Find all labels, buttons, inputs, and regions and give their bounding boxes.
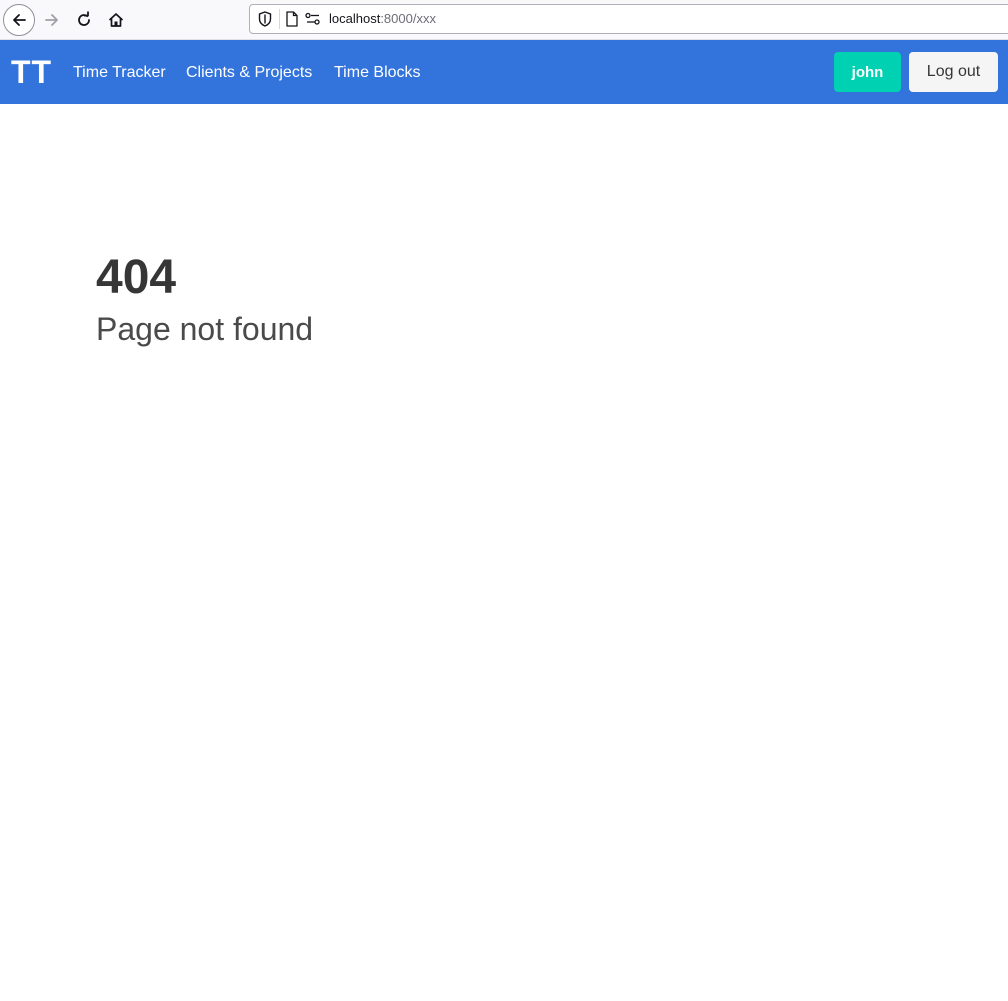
error-message: Page not found [96,311,314,347]
back-arrow-icon [10,11,28,29]
url-text[interactable]: localhost:8000/xxx [329,11,436,27]
permissions-icon[interactable] [305,12,321,31]
forward-button[interactable] [36,4,68,36]
user-button[interactable]: john [834,52,901,92]
shield-icon[interactable] [258,11,272,32]
address-bar[interactable]: localhost:8000/xxx [249,4,1008,34]
back-button[interactable] [3,4,35,36]
reload-button[interactable] [68,4,100,36]
url-host: localhost [329,11,381,26]
brand-logo[interactable]: TT [11,54,52,90]
forward-arrow-icon [43,11,61,29]
nav-link-time-blocks[interactable]: Time Blocks [334,63,421,83]
page-icon[interactable] [285,11,299,32]
url-separator [279,9,280,29]
nav-link-time-tracker[interactable]: Time Tracker [73,63,166,83]
home-icon [107,11,125,29]
home-button[interactable] [100,4,132,36]
url-path: :8000/xxx [380,11,436,26]
error-code: 404 [96,251,177,304]
browser-toolbar: localhost:8000/xxx [0,0,1008,40]
reload-icon [75,11,93,29]
app-navbar: TT Time Tracker Clients & Projects Time … [0,40,1008,104]
nav-link-clients-projects[interactable]: Clients & Projects [186,63,312,83]
logout-button[interactable]: Log out [909,52,998,92]
